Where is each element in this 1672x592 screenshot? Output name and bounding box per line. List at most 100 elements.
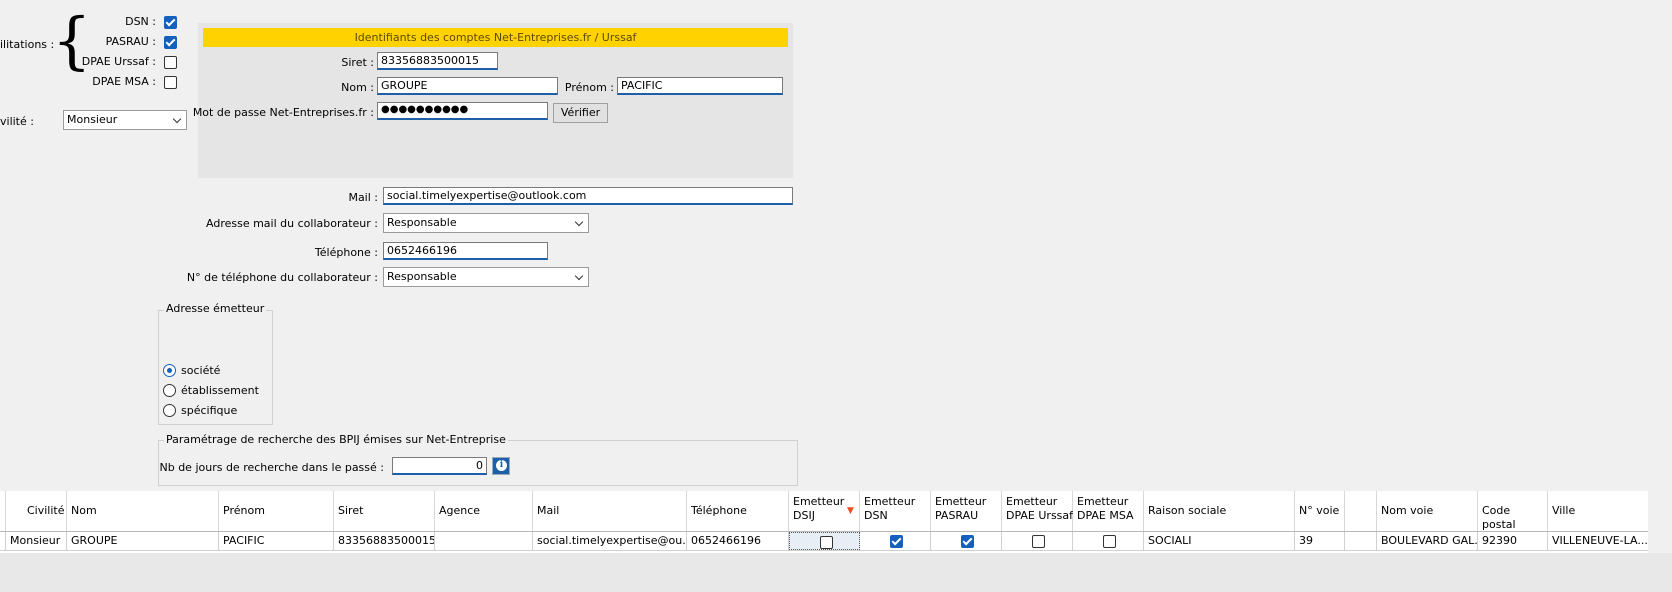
col-header-emetteur-dsij-label: Emetteur DSIJ xyxy=(793,495,845,522)
mail-input[interactable]: social.timelyexpertise@outlook.com xyxy=(383,187,793,205)
cell-code-postal[interactable]: 92390 xyxy=(1478,532,1548,550)
col-header-civilite-label: Civilité xyxy=(27,504,65,517)
mail-label: Mail : xyxy=(348,191,378,204)
cell-telephone[interactable]: 0652466196 xyxy=(687,532,789,550)
col-header-nom-voie[interactable]: Nom voie xyxy=(1377,491,1478,531)
collab-mail-label: Adresse mail du collaborateur : xyxy=(206,217,378,230)
col-header-civilite[interactable]: Civilité xyxy=(6,491,67,531)
grid-row-divider xyxy=(0,550,1648,551)
col-header-prenom-label: Prénom xyxy=(223,504,265,517)
col-header-nom[interactable]: Nom xyxy=(67,491,219,531)
cell-mail[interactable]: social.timelyexpertise@ou... xyxy=(533,532,687,550)
cell-emetteur-pasrau-checkbox[interactable] xyxy=(961,535,974,548)
col-header-code-postal[interactable]: Code postal xyxy=(1478,491,1548,531)
bpij-days-input[interactable]: 0 xyxy=(392,457,487,475)
habilitation-dsn-checkbox[interactable] xyxy=(164,16,177,29)
nom-input[interactable]: GROUPE xyxy=(377,77,558,95)
radio-societe-label: société xyxy=(181,364,221,377)
cell-emetteur-dpae-urssaf-checkbox[interactable] xyxy=(1032,535,1045,548)
col-header-num-voie[interactable]: N° voie xyxy=(1295,491,1345,531)
col-header-mail-label: Mail xyxy=(537,504,560,517)
cell-extra[interactable] xyxy=(1345,532,1377,550)
adresse-emetteur-title: Adresse émetteur xyxy=(164,302,267,315)
col-header-raison-sociale-label: Raison sociale xyxy=(1148,504,1227,517)
col-header-mail[interactable]: Mail xyxy=(533,491,687,531)
col-header-siret-label: Siret xyxy=(338,504,364,517)
collab-phone-value: Responsable xyxy=(387,270,457,283)
col-header-nom-voie-label: Nom voie xyxy=(1381,504,1434,517)
col-header-emetteur-pasrau[interactable]: Emetteur PASRAU xyxy=(931,491,1002,531)
radio-specifique[interactable] xyxy=(163,404,176,417)
col-header-ville[interactable]: Ville xyxy=(1548,491,1648,531)
col-header-emetteur-dpae-urssaf-label: Emetteur DPAE Urssaf xyxy=(1006,495,1074,522)
siret-input[interactable]: 83356883500015 xyxy=(377,52,498,70)
cell-raison-sociale[interactable]: SOCIALI xyxy=(1144,532,1295,550)
civilite-label: vilité : xyxy=(0,115,34,128)
col-header-prenom[interactable]: Prénom xyxy=(219,491,334,531)
password-label: Mot de passe Net-Entreprises.fr : xyxy=(192,106,374,119)
phone-input[interactable]: 0652466196 xyxy=(383,242,548,260)
habilitations-label: ilitations : xyxy=(0,38,55,51)
verify-button[interactable]: Vérifier xyxy=(553,103,608,123)
sort-desc-icon: ▼ xyxy=(847,506,854,516)
civilite-value: Monsieur xyxy=(67,113,118,126)
cell-nom[interactable]: GROUPE xyxy=(67,532,219,550)
col-header-emetteur-dpae-msa[interactable]: Emetteur DPAE MSA xyxy=(1073,491,1144,531)
cell-emetteur-dsij[interactable] xyxy=(789,532,860,550)
data-grid: Civilité Nom Prénom Siret Agence Mail Té… xyxy=(0,491,1648,553)
civilite-select[interactable]: Monsieur xyxy=(63,110,187,130)
grid-empty-area xyxy=(0,553,1672,592)
col-header-telephone-label: Téléphone xyxy=(691,504,747,517)
habilitation-dpae-urssaf-checkbox[interactable] xyxy=(164,56,177,69)
cell-emetteur-dsn-checkbox[interactable] xyxy=(890,535,903,548)
collab-mail-value: Responsable xyxy=(387,216,457,229)
phone-label: Téléphone : xyxy=(314,246,378,259)
cell-prenom[interactable]: PACIFIC xyxy=(219,532,334,550)
cell-num-voie[interactable]: 39 xyxy=(1295,532,1345,550)
cell-civilite[interactable]: Monsieur xyxy=(6,532,67,550)
cell-emetteur-pasrau[interactable] xyxy=(931,532,1002,550)
cell-emetteur-dsn[interactable] xyxy=(860,532,931,550)
radio-etablissement-label: établissement xyxy=(181,384,259,397)
habilitation-pasrau-checkbox[interactable] xyxy=(164,36,177,49)
radio-societe[interactable] xyxy=(163,364,176,377)
habilitation-dpae-msa-checkbox[interactable] xyxy=(164,76,177,89)
habilitation-dsn-label: DSN : xyxy=(125,15,156,28)
radio-etablissement[interactable] xyxy=(163,384,176,397)
col-header-emetteur-dpae-msa-label: Emetteur DPAE MSA xyxy=(1077,495,1134,522)
collab-phone-select[interactable]: Responsable xyxy=(383,267,589,287)
col-header-telephone[interactable]: Téléphone xyxy=(687,491,789,531)
cell-siret[interactable]: 83356883500015 xyxy=(334,532,435,550)
chevron-down-icon xyxy=(172,114,182,124)
siret-label: Siret : xyxy=(341,56,374,69)
col-header-emetteur-dsn[interactable]: Emetteur DSN xyxy=(860,491,931,531)
info-icon[interactable]: i xyxy=(492,457,510,475)
cell-emetteur-dpae-urssaf[interactable] xyxy=(1002,532,1073,550)
col-header-extra[interactable] xyxy=(1345,491,1377,531)
habilitation-dpae-urssaf-label: DPAE Urssaf : xyxy=(81,55,156,68)
prenom-input[interactable]: PACIFIC xyxy=(617,77,783,95)
col-header-ville-label: Ville xyxy=(1552,504,1576,517)
col-header-raison-sociale[interactable]: Raison sociale xyxy=(1144,491,1295,531)
col-header-emetteur-dsij[interactable]: Emetteur DSIJ ▼ xyxy=(789,491,860,531)
chevron-down-icon xyxy=(574,217,584,227)
collab-phone-label: N° de téléphone du collaborateur : xyxy=(186,271,378,284)
cell-nom-voie[interactable]: BOULEVARD GAL... xyxy=(1377,532,1478,550)
col-header-agence[interactable]: Agence xyxy=(435,491,533,531)
prenom-label: Prénom : xyxy=(564,81,614,94)
chevron-down-icon xyxy=(574,271,584,281)
password-input[interactable]: ●●●●●●●●●● xyxy=(377,102,548,120)
cell-emetteur-dpae-msa[interactable] xyxy=(1073,532,1144,550)
habilitation-dpae-msa-label: DPAE MSA : xyxy=(92,75,156,88)
cell-emetteur-dsij-checkbox[interactable] xyxy=(820,536,833,549)
collab-mail-select[interactable]: Responsable xyxy=(383,213,589,233)
col-header-emetteur-dpae-urssaf[interactable]: Emetteur DPAE Urssaf xyxy=(1002,491,1073,531)
col-header-code-postal-label: Code postal xyxy=(1482,504,1516,531)
cell-agence[interactable] xyxy=(435,532,533,550)
cell-emetteur-dpae-msa-checkbox[interactable] xyxy=(1103,535,1116,548)
netentreprises-banner: Identifiants des comptes Net-Entreprises… xyxy=(203,28,788,47)
nom-label: Nom : xyxy=(341,81,374,94)
col-header-siret[interactable]: Siret xyxy=(334,491,435,531)
col-header-nom-label: Nom xyxy=(71,504,97,517)
cell-ville[interactable]: VILLENEUVE-LA... xyxy=(1548,532,1648,550)
